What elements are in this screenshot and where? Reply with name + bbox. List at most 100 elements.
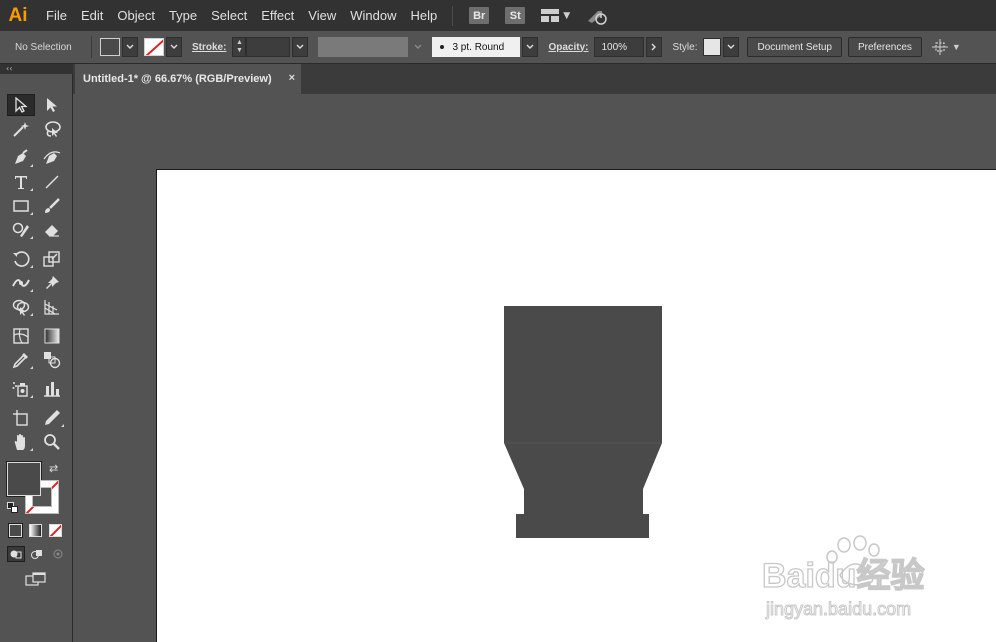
width-tool-icon [12, 279, 30, 287]
tools-panel: ⇄ [0, 74, 73, 642]
bucket-shape-artwork[interactable] [504, 306, 664, 542]
draw-inside-button[interactable] [49, 546, 67, 562]
menu-file[interactable]: File [39, 8, 74, 23]
blend-tool[interactable] [38, 349, 66, 371]
mesh-tool[interactable] [7, 325, 35, 347]
column-graph-tool[interactable] [38, 378, 66, 400]
magic-wand-tool[interactable] [7, 118, 35, 140]
opacity-dropdown[interactable] [646, 37, 663, 57]
document-setup-button[interactable]: Document Setup [747, 37, 842, 57]
draw-normal-icon [10, 550, 22, 559]
fill-dropdown[interactable] [122, 37, 138, 57]
screen-mode-button[interactable] [25, 572, 47, 588]
menu-view[interactable]: View [301, 8, 343, 23]
stroke-label[interactable]: Stroke: [192, 42, 226, 53]
pen-nib-icon [15, 149, 28, 164]
graphic-style-swatch[interactable] [703, 38, 722, 56]
color-mode-button[interactable] [8, 523, 23, 538]
transform-options-button[interactable]: ▼ [931, 39, 961, 55]
menu-effect[interactable]: Effect [254, 8, 301, 23]
paintbrush-tool[interactable] [38, 195, 66, 217]
variable-width-profile[interactable] [318, 37, 409, 57]
draw-behind-icon [31, 550, 42, 559]
none-mode-button[interactable] [49, 524, 62, 537]
menu-bar: Ai File Edit Object Type Select Effect V… [0, 0, 996, 31]
zoom-tool[interactable] [38, 431, 66, 453]
control-divider [91, 36, 92, 58]
bridge-button[interactable]: Br [469, 7, 490, 24]
stock-button[interactable]: St [505, 7, 526, 24]
stroke-dropdown[interactable] [166, 37, 182, 57]
selection-tool[interactable] [7, 94, 35, 116]
type-tool[interactable] [7, 171, 35, 193]
rectangle-tool[interactable] [7, 195, 35, 217]
menu-help[interactable]: Help [403, 8, 444, 23]
blend-icon [44, 352, 61, 369]
width-tool[interactable] [7, 272, 35, 294]
stroke-weight-dropdown[interactable] [292, 37, 309, 57]
preferences-button[interactable]: Preferences [847, 37, 922, 57]
menu-window[interactable]: Window [343, 8, 403, 23]
menu-select[interactable]: Select [204, 8, 254, 23]
curvature-tool[interactable] [38, 147, 66, 169]
profile-dropdown[interactable] [410, 37, 427, 57]
gpu-performance-button[interactable] [586, 7, 608, 25]
chevron-down-icon [414, 44, 422, 49]
shaper-icon [12, 222, 29, 237]
scale-tool[interactable] [38, 248, 66, 270]
hand-tool[interactable] [7, 431, 35, 453]
menu-object[interactable]: Object [110, 8, 162, 23]
column-graph-icon [44, 382, 60, 397]
mesh-icon [13, 328, 29, 344]
document-tab[interactable]: Untitled-1* @ 66.67% (RGB/Preview) × [75, 64, 301, 94]
watermark-brand: Baidu经验 [762, 556, 924, 595]
menu-type[interactable]: Type [162, 8, 204, 23]
draw-normal-button[interactable] [7, 546, 25, 562]
slice-tool[interactable] [38, 407, 66, 429]
arrange-documents-button[interactable]: ▼ [541, 9, 570, 22]
menu-edit[interactable]: Edit [74, 8, 110, 23]
stroke-swatch[interactable] [144, 38, 164, 56]
direct-selection-tool[interactable] [38, 94, 66, 116]
brush-dropdown[interactable] [522, 37, 539, 57]
chevron-up-icon: ▲ [235, 39, 243, 46]
artwork-upper-rect[interactable] [504, 306, 662, 443]
chevron-down-icon: ▼ [235, 47, 243, 54]
opacity-input[interactable]: 100% [594, 37, 645, 57]
close-tab-icon[interactable]: × [289, 72, 295, 84]
shape-builder-tool[interactable] [7, 296, 35, 318]
opacity-label[interactable]: Opacity: [548, 42, 588, 53]
perspective-grid-tool[interactable] [38, 296, 66, 318]
puppet-warp-tool[interactable] [38, 272, 66, 294]
chevron-right-icon [651, 43, 657, 51]
stroke-weight-input[interactable] [246, 37, 291, 57]
default-fill-stroke-icon[interactable] [7, 502, 18, 513]
lasso-tool[interactable] [38, 118, 66, 140]
direct-selection-arrow-icon [47, 98, 57, 112]
eyedropper-tool[interactable] [7, 349, 35, 371]
line-segment-tool[interactable] [38, 171, 66, 193]
symbol-sprayer-icon [12, 382, 28, 397]
eyedropper-icon [12, 353, 28, 369]
artwork-lower-shape[interactable] [504, 443, 662, 538]
toolbar-collapse[interactable]: ‹‹ [0, 64, 73, 74]
menu-divider [452, 5, 454, 26]
rotate-tool[interactable] [7, 248, 35, 270]
draw-behind-button[interactable] [28, 546, 46, 562]
gradient-tool[interactable] [38, 325, 66, 347]
artboard-tool[interactable] [7, 407, 35, 429]
eraser-tool[interactable] [38, 219, 66, 241]
swap-fill-stroke-icon[interactable]: ⇄ [49, 462, 58, 475]
brush-definition[interactable]: 3 pt. Round [432, 37, 521, 57]
fill-swatch[interactable] [100, 38, 120, 56]
pen-tool[interactable] [7, 147, 35, 169]
stroke-weight-stepper[interactable]: ▲ ▼ [232, 37, 247, 57]
magic-wand-icon [13, 122, 29, 137]
chevron-down-icon: ▼ [951, 42, 961, 52]
transform-icon [931, 39, 948, 55]
eraser-icon [45, 225, 59, 237]
symbol-sprayer-tool[interactable] [7, 378, 35, 400]
gradient-mode-button[interactable] [29, 524, 42, 537]
shaper-tool[interactable] [7, 219, 35, 241]
style-dropdown[interactable] [723, 37, 740, 57]
